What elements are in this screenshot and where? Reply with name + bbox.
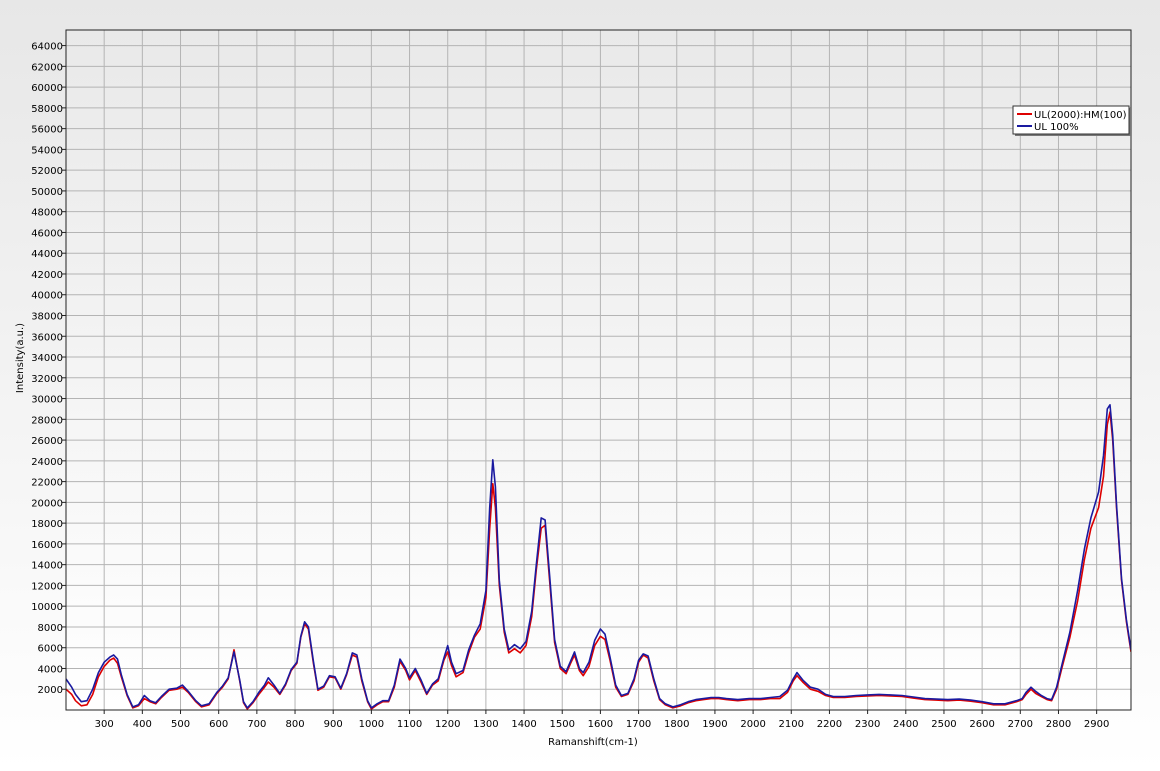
x-tick-label: 600 [209, 719, 228, 730]
x-tick-label: 1100 [397, 719, 422, 730]
y-tick-label: 54000 [31, 145, 63, 156]
x-tick-label: 2400 [893, 719, 918, 730]
x-tick-label: 1200 [435, 719, 460, 730]
x-tick-label: 2700 [1008, 719, 1033, 730]
x-tick-label: 2000 [740, 719, 765, 730]
x-tick-label: 2600 [969, 719, 994, 730]
legend-label: UL(2000):HM(100) [1034, 110, 1127, 121]
x-tick-label: 2300 [855, 719, 880, 730]
y-tick-label: 6000 [38, 644, 63, 655]
y-tick-label: 18000 [31, 519, 63, 530]
y-tick-label: 46000 [31, 228, 63, 239]
y-tick-label: 52000 [31, 166, 63, 177]
x-tick-label: 400 [133, 719, 152, 730]
y-tick-label: 42000 [31, 270, 63, 281]
y-tick-label: 22000 [31, 478, 63, 489]
plot-area [66, 30, 1131, 710]
x-tick-label: 2900 [1084, 719, 1109, 730]
x-tick-label: 2800 [1046, 719, 1071, 730]
y-axis-ticks: 2000 4000 6000 8000 10000 12000 14000 16000 1800… [31, 42, 66, 696]
y-tick-label: 36000 [31, 332, 63, 343]
y-tick-label: 20000 [31, 498, 63, 509]
x-tick-label: 1300 [473, 719, 498, 730]
y-tick-label: 2000 [38, 685, 63, 696]
y-tick-label: 16000 [31, 540, 63, 551]
x-tick-label: 2500 [931, 719, 956, 730]
y-tick-label: 12000 [31, 581, 63, 592]
y-tick-label: 34000 [31, 353, 63, 364]
y-tick-label: 28000 [31, 415, 63, 426]
y-tick-label: 60000 [31, 83, 63, 94]
y-tick-label: 48000 [31, 208, 63, 219]
y-tick-label: 56000 [31, 125, 63, 136]
y-axis-title: Intensity(a.u.) [15, 323, 26, 393]
x-tick-label: 2100 [779, 719, 804, 730]
y-tick-label: 44000 [31, 249, 63, 260]
y-tick-label: 26000 [31, 436, 63, 447]
x-tick-label: 2200 [817, 719, 842, 730]
y-tick-label: 38000 [31, 311, 63, 322]
x-tick-label: 900 [324, 719, 343, 730]
y-tick-label: 30000 [31, 395, 63, 406]
x-tick-label: 700 [247, 719, 266, 730]
y-tick-label: 10000 [31, 602, 63, 613]
legend-label: UL 100% [1034, 122, 1079, 133]
x-axis-ticks: 300 400 500 600 700 800 900 1000 1100 1200 1300 140… [95, 710, 1109, 730]
raman-spectrum-chart: 300 400 500 600 700 800 900 1000 1100 1200 1300 140… [15, 29, 1132, 748]
y-tick-label: 32000 [31, 374, 63, 385]
y-tick-label: 62000 [31, 62, 63, 73]
x-tick-label: 1500 [550, 719, 575, 730]
y-tick-label: 4000 [38, 664, 63, 675]
x-axis-title: Ramanshift(cm-1) [548, 737, 638, 748]
y-tick-label: 50000 [31, 187, 63, 198]
x-tick-label: 1800 [664, 719, 689, 730]
x-tick-label: 300 [95, 719, 114, 730]
y-tick-label: 40000 [31, 291, 63, 302]
legend: UL(2000):HM(100)UL 100% [1012, 105, 1131, 136]
x-tick-label: 800 [285, 719, 304, 730]
y-tick-label: 14000 [31, 561, 63, 572]
x-tick-label: 1000 [359, 719, 384, 730]
y-tick-label: 8000 [38, 623, 63, 634]
x-tick-label: 1700 [626, 719, 651, 730]
y-tick-label: 58000 [31, 104, 63, 115]
y-tick-label: 24000 [31, 457, 63, 468]
x-tick-label: 500 [171, 719, 190, 730]
y-tick-label: 64000 [31, 42, 63, 53]
x-tick-label: 1400 [511, 719, 536, 730]
x-tick-label: 1900 [702, 719, 727, 730]
x-tick-label: 1600 [588, 719, 613, 730]
